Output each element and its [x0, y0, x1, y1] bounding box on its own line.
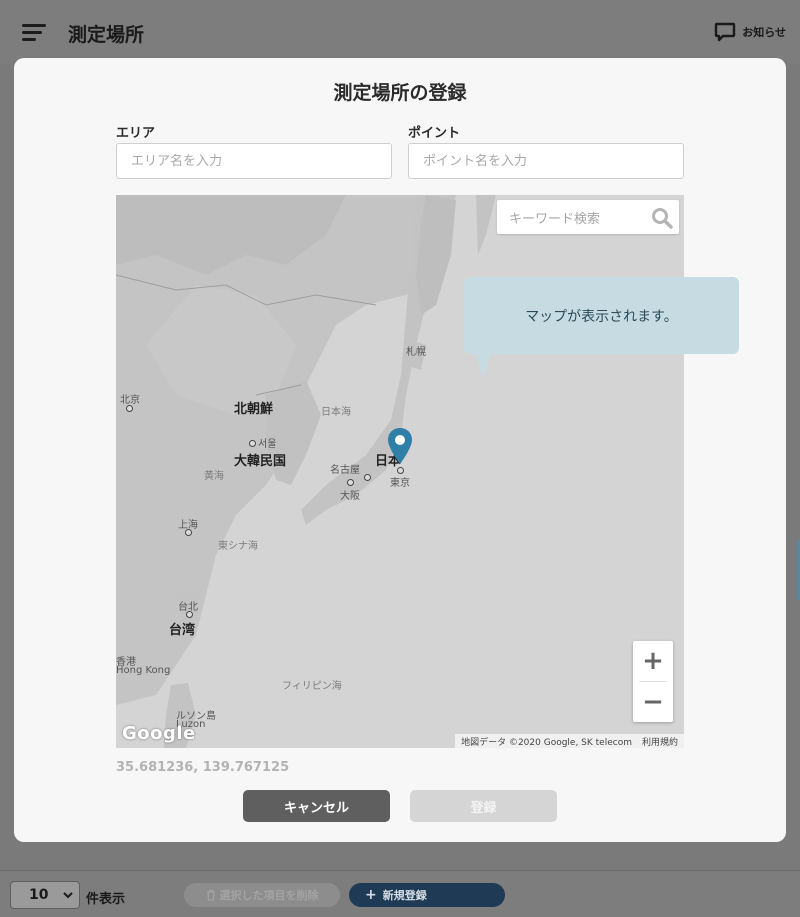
delete-selected-button[interactable]: 選択した項目を削除 [184, 883, 340, 907]
cancel-button[interactable]: キャンセル [243, 790, 390, 822]
app-footer: 10 件表示 選択した項目を削除 + 新規登録 [0, 870, 800, 917]
zoom-control: + − [633, 641, 673, 722]
map-label-south-korea: 大韓民国 [234, 454, 287, 469]
city-dot [397, 467, 404, 474]
map-search-box[interactable]: キーワード検索 [497, 200, 679, 234]
map-terms-link[interactable]: 利用規約 [642, 735, 678, 748]
notice-button[interactable]: お知らせ [714, 22, 786, 42]
plus-icon: + [365, 887, 377, 903]
city-dot [347, 479, 354, 486]
app-title: 測定場所 [68, 24, 145, 46]
map-label-seoul: 서울 [258, 439, 277, 450]
trash-icon [206, 889, 215, 901]
register-button[interactable]: 登録 [410, 790, 557, 822]
area-input[interactable] [116, 143, 392, 179]
city-dot [364, 474, 371, 481]
chat-bubble-icon [715, 22, 736, 42]
map-label-tokyo: 東京 [390, 478, 410, 489]
new-register-label: 新規登録 [382, 889, 427, 902]
map-tooltip: マップが表示されます。 [464, 277, 739, 354]
map-tooltip-tail [475, 352, 491, 378]
map-search-placeholder: キーワード検索 [509, 211, 601, 227]
chevron-down-icon [63, 892, 73, 899]
new-register-button[interactable]: + 新規登録 [349, 883, 505, 907]
hamburger-menu-icon[interactable] [22, 24, 46, 42]
city-dot [249, 440, 256, 447]
map-label-north-korea: 北朝鮮 [234, 402, 274, 417]
coordinates-readout: 35.681236, 139.767125 [116, 760, 290, 775]
location-pin-icon[interactable] [387, 427, 413, 465]
point-label: ポイント [408, 126, 461, 141]
map-attribution-text: 地図データ ©2020 Google, SK telecom [461, 737, 632, 748]
zoom-out-button[interactable]: − [633, 682, 673, 722]
zoom-in-button[interactable]: + [633, 641, 673, 681]
city-dot [126, 405, 133, 412]
google-logo: Google [122, 723, 196, 744]
area-label: エリア [116, 126, 156, 141]
app-header: 測定場所 お知らせ [0, 0, 800, 64]
page-size-unit: 件表示 [86, 892, 126, 907]
modal-title: 測定場所の登録 [333, 82, 467, 104]
page-size-value: 10 [29, 887, 49, 903]
map-label-nagoya: 名古屋 [330, 465, 360, 476]
map-label-sapporo: 札幌 [406, 347, 426, 358]
notice-label: お知らせ [742, 26, 786, 39]
map-label-osaka: 大阪 [340, 491, 360, 502]
point-input[interactable] [408, 143, 684, 179]
map-label-beijing: 北京 [120, 395, 140, 406]
city-dot [186, 611, 193, 618]
delete-selected-label: 選択した項目を削除 [219, 889, 319, 902]
city-dot [185, 529, 192, 536]
map-attribution: 地図データ ©2020 Google, SK telecom 利用規約 [455, 734, 684, 748]
map-label-yellow-sea: 黄海 [204, 471, 224, 482]
map-label-sea-of-japan: 日本海 [321, 407, 351, 418]
register-location-modal: 測定場所の登録 エリア ポイント キーワード検索 [14, 58, 786, 842]
search-icon [652, 208, 673, 229]
map-label-east-china-sea: 東シナ海 [218, 541, 258, 552]
map-label-taiwan: 台湾 [169, 623, 196, 638]
map-label-philippine-sea: フィリピン海 [282, 681, 342, 692]
page-size-select[interactable]: 10 [10, 881, 80, 909]
map-label-hong-kong: Hong Kong [116, 665, 171, 676]
